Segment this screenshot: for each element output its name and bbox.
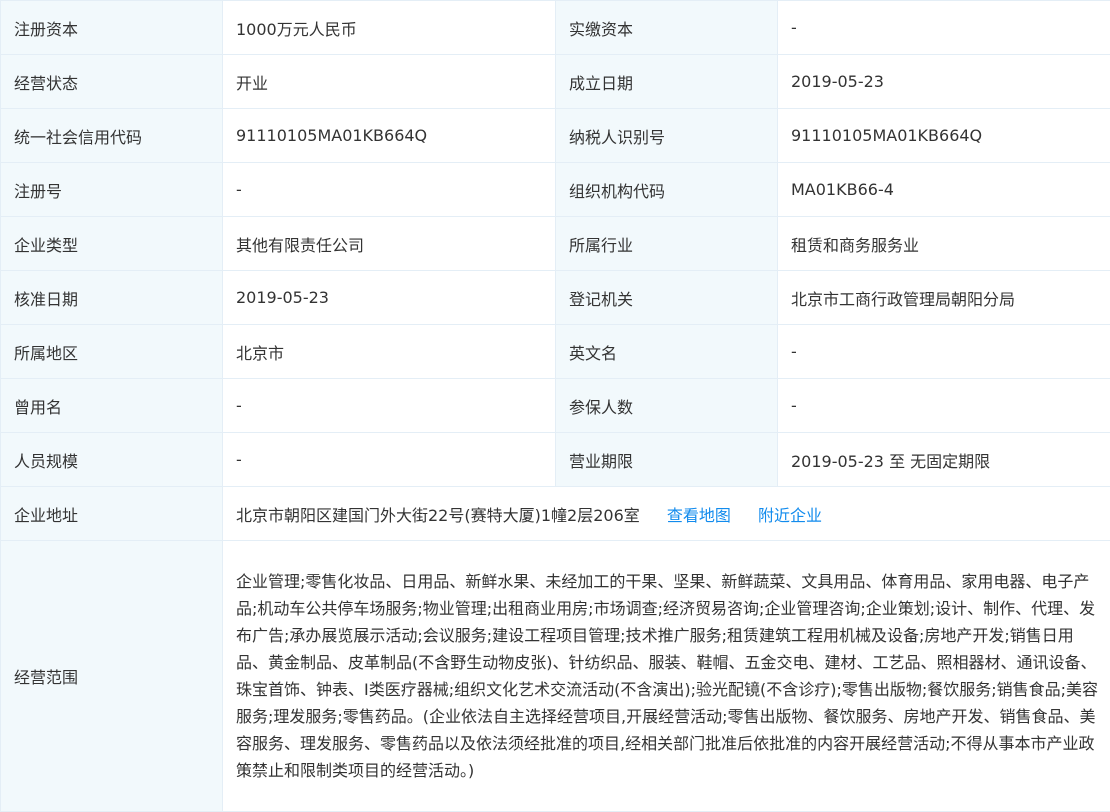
info-row-registration-number: 注册号 - 组织机构代码 MA01KB66-4 (1, 163, 1110, 217)
label-organization-code: 组织机构代码 (556, 163, 778, 217)
label-approval-date: 核准日期 (1, 271, 223, 325)
info-row-approval: 核准日期 2019-05-23 登记机关 北京市工商行政管理局朝阳分局 (1, 271, 1110, 325)
value-region: 北京市 (223, 325, 556, 379)
label-credit-code: 统一社会信用代码 (1, 109, 223, 163)
info-row-status: 经营状态 开业 成立日期 2019-05-23 (1, 55, 1110, 109)
label-registration-number: 注册号 (1, 163, 223, 217)
label-staff-size: 人员规模 (1, 433, 223, 487)
label-business-scope: 经营范围 (1, 541, 223, 812)
value-established-date: 2019-05-23 (778, 55, 1110, 109)
info-row-staff-size: 人员规模 - 营业期限 2019-05-23 至 无固定期限 (1, 433, 1110, 487)
value-address: 北京市朝阳区建国门外大街22号(赛特大厦)1幢2层206室 (236, 506, 640, 525)
value-paid-capital: - (778, 1, 1110, 55)
value-credit-code: 91110105MA01KB664Q (223, 109, 556, 163)
value-company-type: 其他有限责任公司 (223, 217, 556, 271)
info-row-region: 所属地区 北京市 英文名 - (1, 325, 1110, 379)
value-staff-size: - (223, 433, 556, 487)
value-business-status: 开业 (223, 55, 556, 109)
value-registration-authority: 北京市工商行政管理局朝阳分局 (778, 271, 1110, 325)
value-organization-code: MA01KB66-4 (778, 163, 1110, 217)
info-row-business-scope: 经营范围 企业管理;零售化妆品、日用品、新鲜水果、未经加工的干果、坚果、新鲜蔬菜… (1, 541, 1110, 812)
label-former-name: 曾用名 (1, 379, 223, 433)
value-taxpayer-id: 91110105MA01KB664Q (778, 109, 1110, 163)
label-business-term: 营业期限 (556, 433, 778, 487)
info-row-former-name: 曾用名 - 参保人数 - (1, 379, 1110, 433)
value-registered-capital: 1000万元人民币 (223, 1, 556, 55)
label-region: 所属地区 (1, 325, 223, 379)
label-paid-capital: 实缴资本 (556, 1, 778, 55)
value-business-term: 2019-05-23 至 无固定期限 (778, 433, 1110, 487)
label-registered-capital: 注册资本 (1, 1, 223, 55)
info-row-address: 企业地址 北京市朝阳区建国门外大街22号(赛特大厦)1幢2层206室 查看地图 … (1, 487, 1110, 541)
value-industry: 租赁和商务服务业 (778, 217, 1110, 271)
value-approval-date: 2019-05-23 (223, 271, 556, 325)
view-map-link[interactable]: 查看地图 (667, 506, 731, 525)
label-taxpayer-id: 纳税人识别号 (556, 109, 778, 163)
label-business-status: 经营状态 (1, 55, 223, 109)
label-company-type: 企业类型 (1, 217, 223, 271)
label-industry: 所属行业 (556, 217, 778, 271)
label-english-name: 英文名 (556, 325, 778, 379)
nearby-companies-link[interactable]: 附近企业 (758, 506, 822, 525)
value-former-name: - (223, 379, 556, 433)
value-business-scope: 企业管理;零售化妆品、日用品、新鲜水果、未经加工的干果、坚果、新鲜蔬菜、文具用品… (223, 541, 1110, 812)
company-info-table: 注册资本 1000万元人民币 实缴资本 - 经营状态 开业 成立日期 2019-… (0, 0, 1110, 812)
label-established-date: 成立日期 (556, 55, 778, 109)
value-insured-count: - (778, 379, 1110, 433)
value-registration-number: - (223, 163, 556, 217)
info-row-company-type: 企业类型 其他有限责任公司 所属行业 租赁和商务服务业 (1, 217, 1110, 271)
info-rows: 注册资本 1000万元人民币 实缴资本 - 经营状态 开业 成立日期 2019-… (1, 1, 1110, 812)
label-insured-count: 参保人数 (556, 379, 778, 433)
label-registration-authority: 登记机关 (556, 271, 778, 325)
address-cell: 北京市朝阳区建国门外大街22号(赛特大厦)1幢2层206室 查看地图 附近企业 (223, 487, 1110, 541)
label-address: 企业地址 (1, 487, 223, 541)
value-english-name: - (778, 325, 1110, 379)
info-row-credit-code: 统一社会信用代码 91110105MA01KB664Q 纳税人识别号 91110… (1, 109, 1110, 163)
info-row-registered-capital: 注册资本 1000万元人民币 实缴资本 - (1, 1, 1110, 55)
